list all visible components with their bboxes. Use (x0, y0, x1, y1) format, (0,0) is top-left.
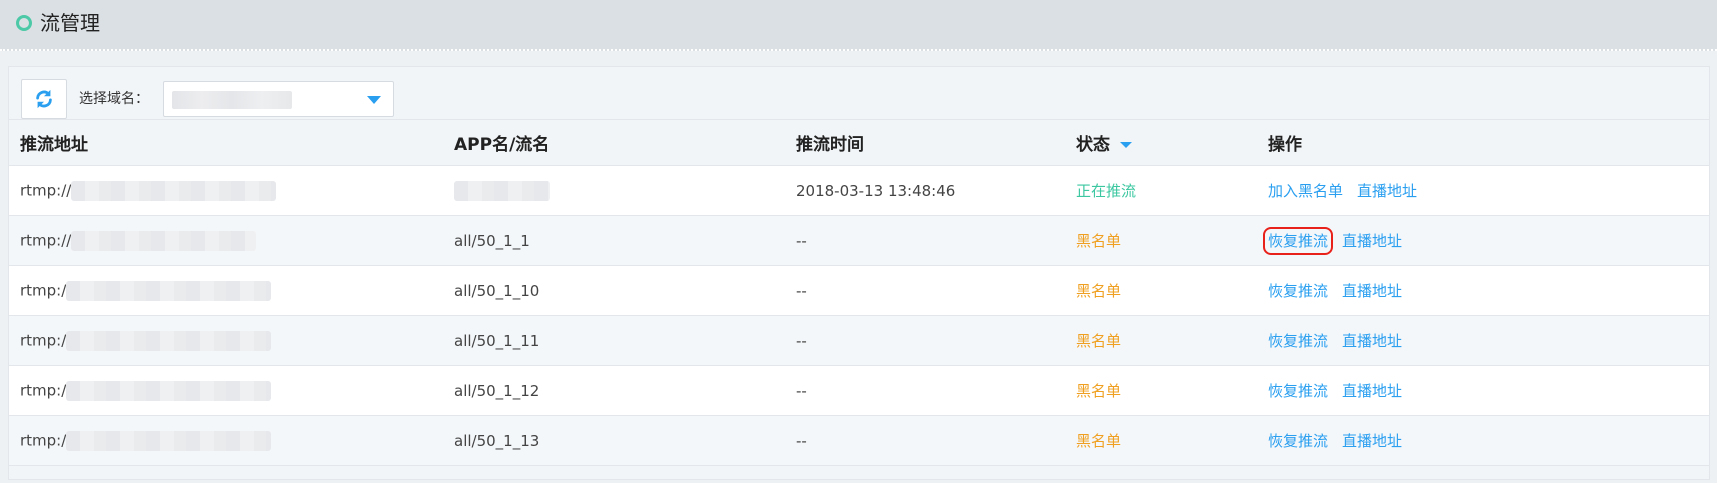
push-url-redacted (71, 230, 257, 251)
cell-app-stream (443, 165, 785, 216)
sort-down-icon[interactable] (1120, 142, 1132, 148)
cell-push-time: -- (785, 315, 1065, 366)
page-title: 流管理 (40, 11, 100, 35)
cell-push-time: 2018-03-13 13:48:46 (785, 165, 1065, 216)
cell-push-url: rtmp:/ (9, 415, 443, 466)
live-url-link[interactable]: 直播地址 (1357, 182, 1417, 200)
circle-icon (16, 15, 32, 31)
cell-actions: 恢复推流 直播地址 (1257, 215, 1709, 266)
cell-app-stream: all/50_1_13 (443, 415, 785, 466)
cell-actions: 恢复推流 直播地址 (1257, 365, 1709, 416)
cell-status: 黑名单 (1065, 265, 1257, 316)
push-url-text: rtmp:// (20, 231, 72, 249)
domain-select[interactable] (163, 81, 394, 117)
cell-actions: 加入黑名单 直播地址 (1257, 165, 1709, 216)
push-url-redacted (71, 180, 277, 201)
refresh-icon (36, 89, 52, 109)
stream-panel: 选择域名： 推流地址 APP名/流名 推流时间 状态 操作 rtmp:// 201… (8, 66, 1710, 480)
cell-status: 黑名单 (1065, 415, 1257, 466)
push-url-redacted (66, 330, 272, 351)
table-row: rtmp:/ all/50_1_12 -- 黑名单 恢复推流 直播地址 (9, 365, 1709, 416)
status-text: 黑名单 (1076, 432, 1122, 450)
table-row: rtmp:/ all/50_1_13 -- 黑名单 恢复推流 直播地址 (9, 415, 1709, 466)
column-header-push-time: 推流时间 (785, 119, 1065, 166)
column-header-push-url: 推流地址 (9, 119, 443, 166)
cell-status: 正在推流 (1065, 165, 1257, 216)
cell-app-stream: all/50_1_10 (443, 265, 785, 316)
live-url-link[interactable]: 直播地址 (1342, 432, 1402, 450)
status-text: 正在推流 (1076, 182, 1137, 200)
resume-push-link[interactable]: 恢复推流 (1268, 332, 1328, 350)
table-row: rtmp:// all/50_1_1 -- 黑名单 恢复推流 直播地址 (9, 215, 1709, 266)
push-url-text: rtmp:/ (20, 431, 67, 449)
table-header-row: 推流地址 APP名/流名 推流时间 状态 操作 (9, 119, 1709, 166)
cell-push-time: -- (785, 365, 1065, 416)
app-stream-text: all/50_1_13 (454, 431, 540, 450)
app-stream-text: all/50_1_11 (454, 331, 540, 350)
resume-push-link[interactable]: 恢复推流 (1262, 227, 1334, 255)
push-time-text: 2018-03-13 13:48:46 (796, 181, 956, 200)
page-header: 流管理 (0, 0, 1717, 51)
cell-push-time: -- (785, 215, 1065, 266)
push-time-text: -- (796, 381, 807, 400)
push-time-text: -- (796, 331, 807, 350)
status-text: 黑名单 (1076, 232, 1122, 250)
app-stream-text: all/50_1_1 (454, 231, 530, 250)
cell-push-url: rtmp:/ (9, 365, 443, 416)
domain-select-value (172, 91, 292, 109)
cell-actions: 恢复推流 直播地址 (1257, 265, 1709, 316)
push-url-text: rtmp:/ (20, 381, 67, 399)
app-stream-redacted (454, 180, 550, 201)
app-stream-text: all/50_1_12 (454, 381, 540, 400)
push-url-text: rtmp:/ (20, 331, 67, 349)
status-text: 黑名单 (1076, 282, 1122, 300)
push-url-redacted (66, 280, 272, 301)
column-header-status-label: 状态 (1076, 135, 1110, 155)
status-text: 黑名单 (1076, 332, 1122, 350)
table-row: rtmp:/ all/50_1_11 -- 黑名单 恢复推流 直播地址 (9, 315, 1709, 366)
cell-status: 黑名单 (1065, 315, 1257, 366)
status-text: 黑名单 (1076, 382, 1122, 400)
cell-app-stream: all/50_1_1 (443, 215, 785, 266)
cell-push-url: rtmp:// (9, 165, 443, 216)
push-time-text: -- (796, 431, 807, 450)
push-url-text: rtmp:/ (20, 281, 67, 299)
cell-app-stream: all/50_1_12 (443, 365, 785, 416)
column-header-status[interactable]: 状态 (1065, 119, 1257, 166)
push-time-text: -- (796, 231, 807, 250)
cell-push-url: rtmp:/ (9, 315, 443, 366)
table-row: rtmp:/ all/50_1_10 -- 黑名单 恢复推流 直播地址 (9, 265, 1709, 316)
cell-actions: 恢复推流 直播地址 (1257, 415, 1709, 466)
column-header-app-stream: APP名/流名 (443, 119, 785, 166)
toolbar: 选择域名： (21, 79, 621, 119)
resume-push-link[interactable]: 恢复推流 (1268, 432, 1328, 450)
cell-push-url: rtmp:// (9, 215, 443, 266)
live-url-link[interactable]: 直播地址 (1342, 382, 1402, 400)
app-stream-text: all/50_1_10 (454, 281, 540, 300)
caret-down-icon (367, 96, 381, 104)
cell-app-stream: all/50_1_11 (443, 315, 785, 366)
cell-status: 黑名单 (1065, 365, 1257, 416)
refresh-button[interactable] (21, 79, 67, 119)
push-url-redacted (66, 380, 272, 401)
cell-push-url: rtmp:/ (9, 265, 443, 316)
stream-table: 推流地址 APP名/流名 推流时间 状态 操作 rtmp:// 2018-03-1… (9, 119, 1709, 466)
push-url-text: rtmp:// (20, 181, 72, 199)
cell-status: 黑名单 (1065, 215, 1257, 266)
cell-actions: 恢复推流 直播地址 (1257, 315, 1709, 366)
table-row: rtmp:// 2018-03-13 13:48:46 正在推流 加入黑名单 直播地址 (9, 165, 1709, 216)
push-url-redacted (66, 430, 272, 451)
push-time-text: -- (796, 281, 807, 300)
live-url-link[interactable]: 直播地址 (1342, 332, 1402, 350)
resume-push-link[interactable]: 恢复推流 (1268, 382, 1328, 400)
live-url-link[interactable]: 直播地址 (1342, 282, 1402, 300)
column-header-actions: 操作 (1257, 119, 1709, 166)
live-url-link[interactable]: 直播地址 (1342, 232, 1402, 250)
cell-push-time: -- (785, 415, 1065, 466)
domain-label: 选择域名： (79, 91, 149, 107)
cell-push-time: -- (785, 265, 1065, 316)
resume-push-link[interactable]: 恢复推流 (1268, 282, 1328, 300)
blacklist-link[interactable]: 加入黑名单 (1268, 182, 1343, 200)
